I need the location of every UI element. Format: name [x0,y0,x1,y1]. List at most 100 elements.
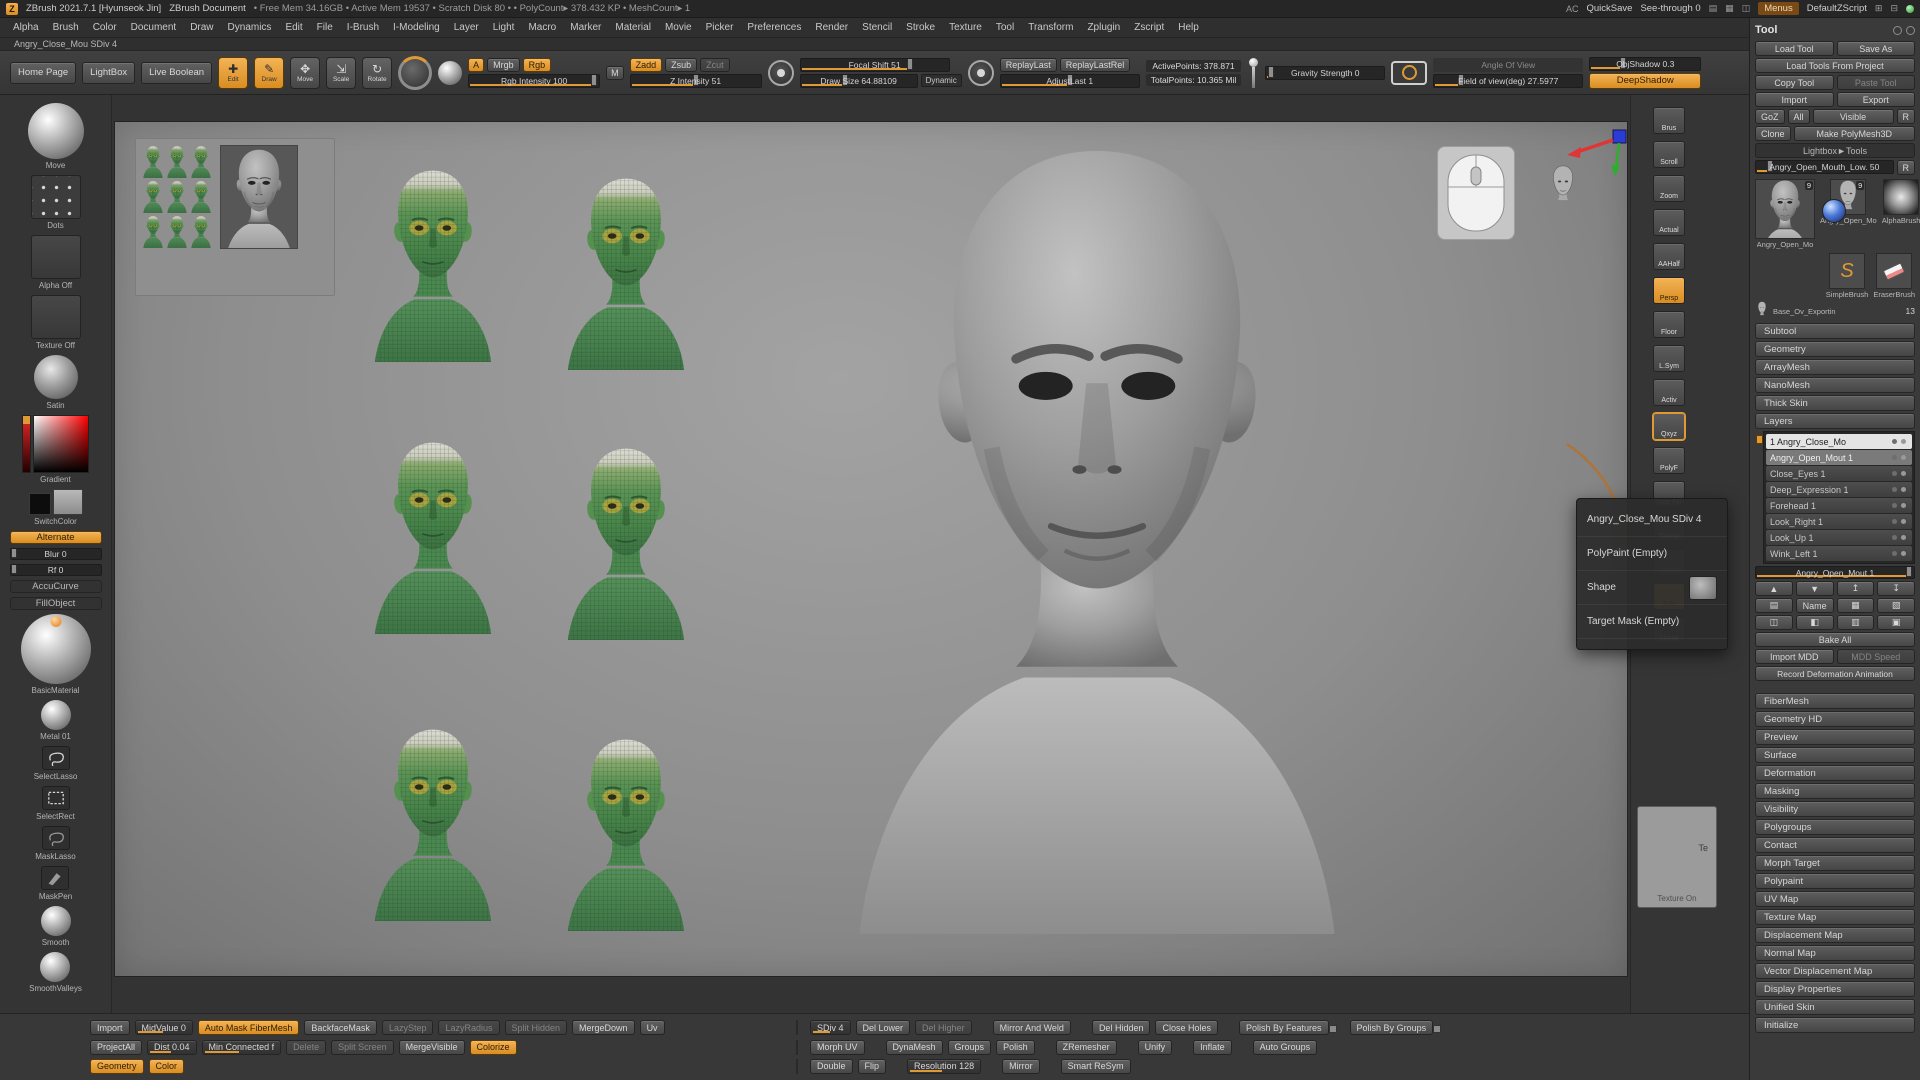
primary-color-swatch[interactable] [53,489,83,515]
zcut-button[interactable]: Zcut [700,58,730,72]
layer-merge-up-button[interactable]: ↥ [1837,581,1875,596]
palette-section[interactable]: Polygroups [1755,819,1915,835]
zsub-button[interactable]: Zsub [665,58,697,72]
right-shelf-button[interactable]: Brus [1653,107,1685,134]
bottom-button[interactable]: Min Connected f [202,1040,282,1055]
save-as-button[interactable]: Save As [1837,41,1916,56]
layer-eye-icon[interactable] [1901,551,1906,556]
menu-item[interactable]: Movie [658,18,699,37]
goz-visible-button[interactable]: Visible [1813,109,1894,124]
palette-section[interactable]: Texture Map [1755,909,1915,925]
bottom-button[interactable]: SDiv 4 [810,1020,851,1035]
default-zscript-button[interactable]: DefaultZScript [1807,3,1867,14]
select-lasso-item[interactable]: SelectLasso [34,746,78,782]
bottom-button[interactable]: Polish By Groups [1350,1020,1434,1035]
palette-section[interactable]: Normal Map [1755,945,1915,961]
menu-item[interactable]: Texture [942,18,989,37]
adjust-last-slider[interactable]: AdjustLast 1 [1000,74,1140,88]
viewport-area[interactable] [112,95,1630,1013]
menu-item[interactable]: I-Brush [340,18,386,37]
layer-row[interactable]: Wink_Left 1 [1766,546,1912,561]
bake-all-button[interactable]: Bake All [1755,632,1915,647]
menu-item[interactable]: Preferences [740,18,808,37]
bottom-button[interactable]: Polish By Features [1239,1020,1329,1035]
draw-button[interactable]: ✎Draw [254,57,284,89]
clone-button[interactable]: Clone [1755,126,1791,141]
palette-section[interactable]: Contact [1755,837,1915,853]
context-menu-item[interactable]: Target Mask (Empty) [1577,605,1727,639]
layer-eye-icon[interactable] [1901,487,1906,492]
layer-row[interactable]: Deep_Expression 1 [1766,482,1912,497]
color-picker[interactable]: Gradient [22,415,89,485]
stroke-preview-icon[interactable] [438,61,462,85]
bottom-button[interactable]: Close Holes [1155,1020,1218,1035]
monitor-icon[interactable]: ▤ [1709,3,1718,14]
base-export-row[interactable]: Base_Ov_Exportin 13 [1755,301,1915,321]
layer-intensity-slider[interactable]: Angry_Open_Mout 1 [1755,566,1915,579]
bottom-button[interactable]: ZRemesher [1056,1040,1117,1055]
right-shelf-button[interactable]: Persp [1653,277,1685,304]
z-intensity-slider[interactable]: Z Intensity 51 [630,74,762,88]
mdd-speed-button[interactable]: MDD Speed [1837,649,1916,664]
mini-head[interactable] [190,145,212,178]
mini-head[interactable] [166,145,188,178]
mini-head-grid[interactable] [142,145,212,248]
bottom-button[interactable]: Colorize [470,1040,517,1055]
layer-split-icon[interactable]: ◫ [1755,615,1793,630]
palette-section[interactable]: Masking [1755,783,1915,799]
right-shelf-button[interactable]: Qxyz [1653,413,1685,440]
menu-item[interactable]: Macro [521,18,563,37]
menu-item[interactable]: Stroke [899,18,942,37]
bottom-button[interactable]: Smart ReSym [1061,1059,1131,1074]
blendshape-head-5[interactable] [375,730,491,921]
layer-all-icon[interactable]: ▥ [1837,615,1875,630]
obj-shadow-slider[interactable]: ObjShadow 0.3 [1589,57,1701,71]
palette-section[interactable]: Unified Skin [1755,999,1915,1015]
panel-icon[interactable]: ⊞ [1875,3,1883,14]
menu-item[interactable]: Light [486,18,522,37]
right-shelf-button[interactable]: AAHalf [1653,243,1685,270]
mrgb-button[interactable]: Mrgb [487,58,520,72]
tool-r-button[interactable]: R [1897,160,1916,175]
shape-thumbnail-icon[interactable] [1689,576,1717,600]
tool-name-slider[interactable]: Angry_Open_Mouth_Low. 50 [1755,160,1894,174]
layer-row[interactable]: Close_Eyes 1 [1766,466,1912,481]
stroke-ring-icon[interactable] [968,60,994,86]
mini-head[interactable] [190,215,212,248]
palette-section[interactable]: Vector Displacement Map [1755,963,1915,979]
layer-eye-icon[interactable] [1901,519,1906,524]
layer-row[interactable]: 1 Angry_Close_Mo [1766,434,1912,449]
blendshape-head-6[interactable] [568,740,684,931]
bottom-button[interactable]: Uv [640,1020,665,1035]
rgb-button[interactable]: Rgb [523,58,552,72]
menu-item[interactable]: Help [1171,18,1206,37]
menu-item[interactable]: Stencil [855,18,899,37]
palette-section[interactable]: Geometry [1755,341,1915,357]
color-gradient-square[interactable] [33,415,89,473]
mask-lasso-item[interactable]: MaskLasso [35,826,75,862]
goz-r-button[interactable]: R [1897,109,1916,124]
right-shelf-button[interactable]: Actual [1653,209,1685,236]
menu-item[interactable]: Layer [447,18,486,37]
bottom-button[interactable]: Unify [1138,1040,1173,1055]
menu-item[interactable]: Draw [183,18,220,37]
blendshape-head-2[interactable] [568,179,684,370]
palette-section[interactable]: Display Properties [1755,981,1915,997]
bottom-button[interactable]: Del Higher [915,1020,972,1035]
draw-size-slider[interactable]: Draw Size 64.88109 [800,74,918,88]
focal-shift-slider[interactable]: Focal Shift 51 [800,58,950,72]
bottom-button[interactable]: MergeVisible [399,1040,465,1055]
mini-head[interactable] [142,180,164,213]
gravity-pin-icon[interactable] [1247,58,1259,88]
replay-last-rel-button[interactable]: ReplayLastRel [1060,58,1131,72]
home-page-button[interactable]: Home Page [10,62,76,84]
palette-section[interactable]: Deformation [1755,765,1915,781]
palette-section[interactable]: Polypaint [1755,873,1915,889]
reference-head-thumbnail[interactable] [220,145,298,249]
alternate-button[interactable]: Alternate [10,531,102,544]
mini-head[interactable] [190,180,212,213]
layer-merge-down-button[interactable]: ↧ [1877,581,1915,596]
basic-material-item[interactable]: BasicMaterial [21,614,91,696]
bottom-button[interactable]: Groups [948,1040,992,1055]
right-shelf-button[interactable]: L.Sym [1653,345,1685,372]
